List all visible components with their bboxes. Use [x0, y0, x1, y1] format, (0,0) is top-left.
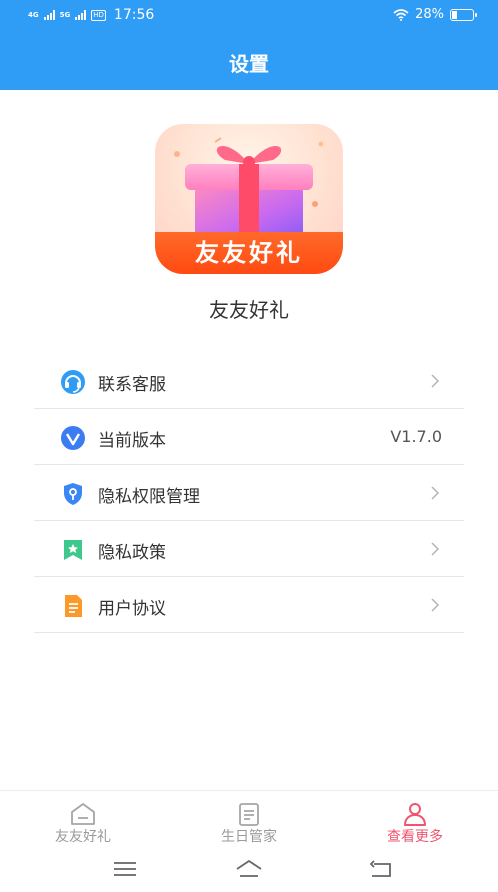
settings-row-contact-service[interactable]: 联系客服 [34, 353, 464, 409]
tab-youyou-gift[interactable]: 友友好礼 [0, 791, 166, 849]
back-icon[interactable] [366, 858, 396, 880]
chevron-right-icon [431, 374, 440, 388]
notes-icon [239, 803, 259, 826]
status-time: 17:56 [113, 7, 155, 23]
battery-icon [450, 8, 477, 21]
settings-row-label: 联系客服 [98, 375, 166, 395]
headset-icon [61, 370, 85, 394]
settings-row-label: 当前版本 [98, 431, 166, 451]
system-nav-bar [0, 848, 498, 892]
network-type-1: 4G [28, 10, 39, 19]
wifi-icon [393, 8, 409, 21]
shield-icon [64, 483, 82, 505]
app-name: 友友好礼 [209, 298, 289, 322]
tab-label: 查看更多 [387, 829, 443, 845]
settings-row-privacy-permission[interactable]: 隐私权限管理 [34, 465, 464, 521]
settings-row-current-version[interactable]: 当前版本 V1.7.0 [34, 409, 464, 465]
menu-icon[interactable] [110, 858, 140, 880]
chevron-right-icon [431, 542, 440, 556]
version-value: V1.7.0 [390, 427, 442, 446]
hd-badge: HD [91, 9, 106, 21]
settings-row-label: 隐私政策 [98, 543, 166, 563]
app-logo: 友友好礼 [155, 124, 343, 274]
nav-header: 设置 [0, 32, 498, 90]
version-icon [61, 426, 85, 450]
home-nav-icon[interactable] [234, 858, 264, 880]
user-icon [404, 803, 426, 826]
tab-view-more[interactable]: 查看更多 [332, 791, 498, 849]
signal-icon [43, 10, 55, 20]
battery-percent: 28% [415, 7, 444, 22]
bookmark-star-icon [64, 540, 82, 560]
chevron-right-icon [431, 598, 440, 612]
document-icon [65, 595, 82, 617]
settings-list: 联系客服 当前版本 V1.7.0 隐私权限管理 隐私政策 用户协议 [34, 353, 464, 633]
status-bar: 4G 5G HD 17:56 28% [0, 0, 498, 32]
settings-row-privacy-policy[interactable]: 隐私政策 [34, 521, 464, 577]
chevron-right-icon [431, 486, 440, 500]
settings-row-label: 用户协议 [98, 599, 166, 619]
settings-row-label: 隐私权限管理 [98, 487, 200, 507]
tab-label: 生日管家 [221, 829, 277, 845]
network-type-2: 5G [59, 10, 71, 19]
bottom-tab-bar: 友友好礼 生日管家 查看更多 [0, 790, 498, 848]
tab-birthday-manager[interactable]: 生日管家 [166, 791, 332, 849]
signal-icon [75, 10, 87, 20]
home-icon [71, 803, 95, 825]
logo-text: 友友好礼 [195, 239, 303, 267]
page-title: 设置 [229, 52, 269, 76]
settings-row-user-agreement[interactable]: 用户协议 [34, 577, 464, 633]
tab-label: 友友好礼 [55, 829, 111, 845]
